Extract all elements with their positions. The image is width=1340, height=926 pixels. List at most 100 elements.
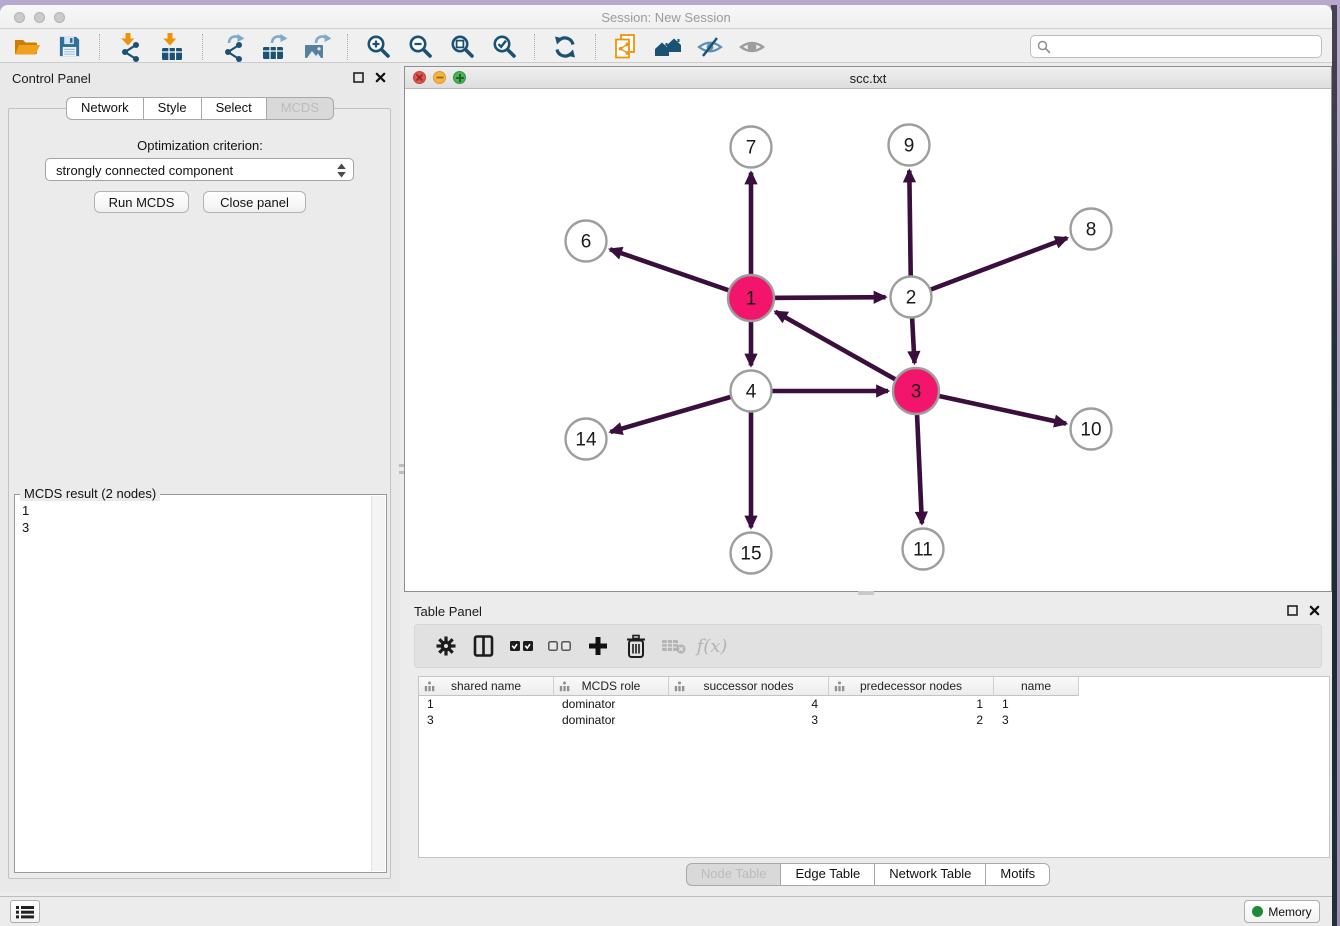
- table-cell[interactable]: 4: [669, 697, 829, 711]
- graph-node-7[interactable]: 7: [731, 127, 772, 168]
- zoom-in-icon[interactable]: [363, 32, 393, 62]
- create-new-column-icon[interactable]: [583, 631, 613, 661]
- mcds-result-box: MCDS result (2 nodes) 13: [14, 494, 387, 873]
- criterion-dropdown[interactable]: strongly connected component: [45, 158, 354, 181]
- open-session-icon[interactable]: [12, 32, 42, 62]
- network-view-window: scc.txt 7 9 6 8 1 2 4 3 14 10 15 11: [404, 66, 1332, 592]
- float-panel-icon[interactable]: [353, 72, 364, 83]
- function-builder-icon: f(x): [697, 631, 727, 661]
- toolbar-separator: [347, 34, 348, 60]
- tab-network[interactable]: Network: [66, 97, 144, 120]
- toolbar-separator: [534, 34, 535, 60]
- table-cell[interactable]: dominator: [554, 697, 669, 711]
- zoom-out-icon[interactable]: [405, 32, 435, 62]
- svg-text:3: 3: [911, 382, 922, 403]
- clone-network-icon[interactable]: [611, 32, 641, 62]
- zoom-selected-region-icon[interactable]: [489, 32, 519, 62]
- table-cell[interactable]: 1: [994, 697, 1079, 711]
- tab-network-table[interactable]: Network Table: [874, 863, 986, 886]
- window-title: Session: New Session: [0, 10, 1332, 25]
- tab-node-table[interactable]: Node Table: [686, 863, 782, 886]
- network-view-title: scc.txt: [405, 71, 1331, 86]
- table-cell[interactable]: 3: [669, 713, 829, 727]
- window-titlebar[interactable]: Session: New Session: [0, 5, 1332, 29]
- mcds-result-item[interactable]: 1: [22, 502, 29, 519]
- column-header-name[interactable]: name: [994, 677, 1079, 696]
- graph-node-8[interactable]: 8: [1071, 209, 1112, 250]
- close-panel-button[interactable]: Close panel: [203, 191, 306, 213]
- svg-text:11: 11: [913, 540, 933, 561]
- zoom-fit-content-icon[interactable]: [447, 32, 477, 62]
- close-panel-icon[interactable]: [375, 72, 386, 83]
- table-toolbar: f(x): [414, 624, 1322, 668]
- table-splitter-handle[interactable]: [858, 591, 874, 595]
- export-image-icon[interactable]: [302, 32, 332, 62]
- column-header-shared-name[interactable]: shared name: [419, 677, 554, 696]
- toolbar-separator: [595, 34, 596, 60]
- deselect-all-columns-icon[interactable]: [545, 631, 575, 661]
- toolbar-separator: [202, 34, 203, 60]
- graph-node-9[interactable]: 9: [889, 125, 930, 166]
- table-body: 1dominator4113dominator323: [419, 696, 1329, 728]
- apply-layout-icon[interactable]: [550, 32, 580, 62]
- run-mcds-button[interactable]: Run MCDS: [94, 191, 189, 213]
- home-icon[interactable]: [653, 32, 683, 62]
- column-header-successor-nodes[interactable]: successor nodes: [669, 677, 829, 696]
- graph-node-2[interactable]: 2: [891, 277, 932, 318]
- table-cell[interactable]: 2: [829, 713, 994, 727]
- svg-text:6: 6: [581, 232, 592, 253]
- float-table-panel-icon[interactable]: [1287, 605, 1298, 616]
- hide-graphics-details-icon[interactable]: [695, 32, 725, 62]
- network-window-titlebar[interactable]: scc.txt: [405, 67, 1331, 89]
- tab-style[interactable]: Style: [143, 97, 202, 120]
- show-column-panel-icon[interactable]: [469, 631, 499, 661]
- tab-mcds[interactable]: MCDS: [266, 97, 334, 120]
- table-cell[interactable]: 1: [829, 697, 994, 711]
- graph-node-4[interactable]: 4: [731, 371, 772, 412]
- graph-node-6[interactable]: 6: [566, 221, 607, 262]
- table-row[interactable]: 3dominator323: [419, 712, 1329, 728]
- tab-motifs[interactable]: Motifs: [985, 863, 1050, 886]
- search-input[interactable]: [1056, 37, 1316, 56]
- network-canvas[interactable]: 7 9 6 8 1 2 4 3 14 10 15 11: [405, 89, 1331, 591]
- task-history-button[interactable]: [10, 900, 40, 923]
- graph-node-11[interactable]: 11: [903, 529, 944, 570]
- table-cell[interactable]: 3: [994, 713, 1079, 727]
- search-box[interactable]: [1030, 35, 1322, 58]
- graph-node-3[interactable]: 3: [893, 368, 939, 414]
- export-network-icon[interactable]: [218, 32, 248, 62]
- column-header-mcds-role[interactable]: MCDS role: [554, 677, 669, 696]
- save-session-icon[interactable]: [54, 32, 84, 62]
- graph-node-14[interactable]: 14: [566, 419, 607, 460]
- graph-node-10[interactable]: 10: [1071, 409, 1112, 450]
- table-cell[interactable]: 1: [419, 697, 554, 711]
- import-table-icon[interactable]: [157, 32, 187, 62]
- graph-node-15[interactable]: 15: [731, 533, 772, 574]
- table-cell[interactable]: 3: [419, 713, 554, 727]
- task-list-icon: [16, 905, 34, 919]
- select-all-columns-icon[interactable]: [507, 631, 537, 661]
- tab-select[interactable]: Select: [201, 97, 267, 120]
- graph-edge-2-8[interactable]: [911, 238, 1067, 297]
- delete-column-icon[interactable]: [621, 631, 651, 661]
- graph-edge-4-14[interactable]: [611, 391, 752, 432]
- svg-text:9: 9: [904, 136, 915, 157]
- table-row[interactable]: 1dominator411: [419, 696, 1329, 712]
- table-options-icon[interactable]: [431, 631, 461, 661]
- mcds-result-item[interactable]: 3: [22, 519, 29, 536]
- result-scrollbar[interactable]: [371, 496, 385, 871]
- delete-table-icon: [659, 631, 689, 661]
- svg-text:8: 8: [1086, 220, 1097, 241]
- svg-text:2: 2: [906, 288, 917, 309]
- close-table-panel-icon[interactable]: [1309, 605, 1320, 616]
- tab-edge-table[interactable]: Edge Table: [780, 863, 875, 886]
- column-header-predecessor-nodes[interactable]: predecessor nodes: [829, 677, 994, 696]
- export-table-icon[interactable]: [260, 32, 290, 62]
- optimization-criterion-label: Optimization criterion:: [0, 138, 400, 153]
- graph-node-1[interactable]: 1: [728, 275, 774, 321]
- table-cell[interactable]: dominator: [554, 713, 669, 727]
- memory-button[interactable]: Memory: [1244, 900, 1320, 923]
- import-network-icon[interactable]: [115, 32, 145, 62]
- graph-edge-3-1[interactable]: [775, 312, 916, 391]
- cytoscape-window: Session: New Session Control Panel Netwo…: [0, 5, 1332, 926]
